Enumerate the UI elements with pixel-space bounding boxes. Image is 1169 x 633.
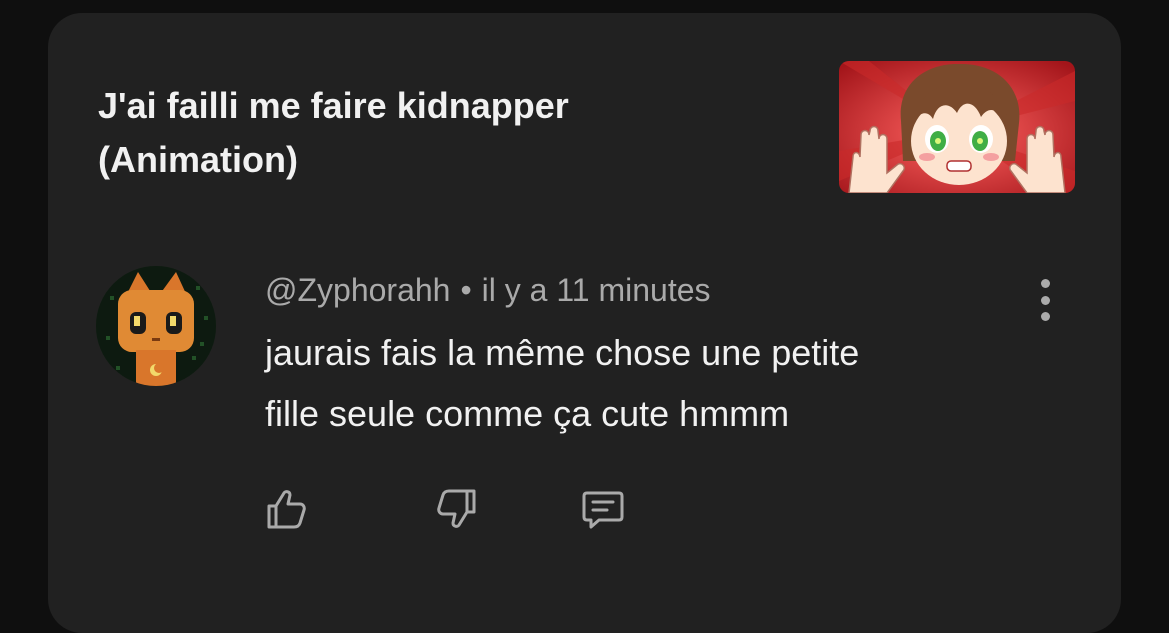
more-vertical-icon[interactable]	[1030, 275, 1060, 325]
more-dot	[1040, 312, 1050, 321]
like-button[interactable]	[263, 485, 311, 533]
comment-timestamp[interactable]: il y a 11 minutes	[482, 272, 711, 308]
video-thumbnail[interactable]	[839, 61, 1075, 193]
reply-icon	[582, 491, 624, 529]
more-dot	[1040, 279, 1050, 288]
thumbnail-image	[839, 61, 1075, 193]
avatar-image	[96, 266, 216, 386]
more-dot	[1040, 295, 1050, 305]
video-title[interactable]: J'ai failli me faire kidnapper (Animatio…	[98, 79, 738, 187]
comment-author[interactable]: @Zyphorahh	[265, 272, 450, 308]
reply-button[interactable]	[579, 485, 627, 533]
thumb-up-icon	[267, 490, 306, 529]
comment-card: J'ai failli me faire kidnapper (Animatio…	[48, 13, 1121, 633]
thumb-down-icon	[437, 489, 476, 528]
comment-text: jaurais fais la même chose une petite fi…	[265, 332, 860, 434]
meta-separator: •	[460, 272, 472, 308]
dislike-button[interactable]	[432, 485, 480, 533]
commenter-avatar[interactable]	[96, 266, 216, 386]
comment-meta: @Zyphorahh • il y a 11 minutes	[265, 268, 711, 312]
